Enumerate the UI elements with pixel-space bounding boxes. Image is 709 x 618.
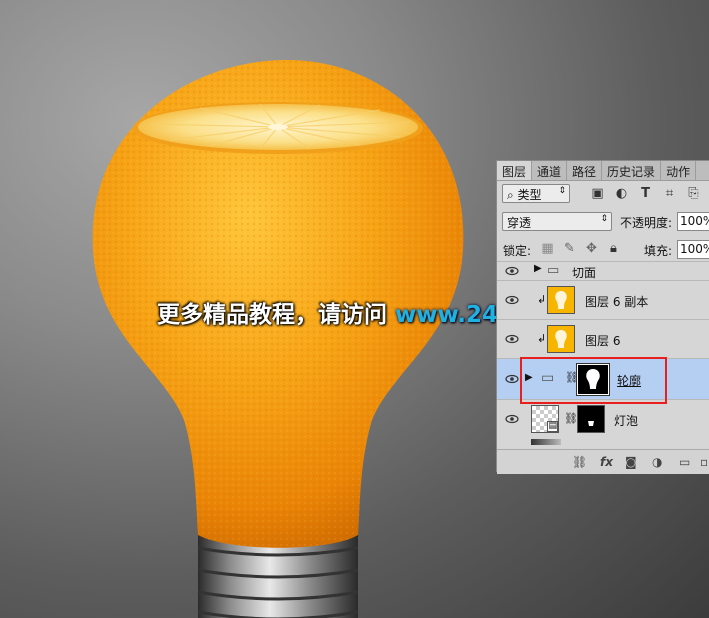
tab-channels[interactable]: 通道 [532,161,568,180]
smart-object-thumbnail: ▤ [531,405,559,433]
selected-layer-highlight-box [520,357,667,404]
lock-label: 锁定: [503,244,532,258]
eye-icon[interactable] [505,266,519,276]
new-group-icon[interactable]: ▭ [679,455,690,469]
eye-icon[interactable] [505,414,519,424]
layer-row-layer6-copy[interactable]: ↲ 图层 6 副本 [497,280,709,319]
panel-bottom-toolbar: ⛓ fx ◙ ◑ ▭ ▫ [497,449,709,474]
layer-thumbnail-partial [531,439,561,445]
add-mask-icon[interactable]: ◙ [625,455,637,469]
layer-thumbnail [547,286,575,314]
layer-row-layer6[interactable]: ↲ 图层 6 [497,319,709,358]
blend-mode-value: 穿透 [507,216,532,230]
stepper-icon: ⇕ [558,186,566,196]
lock-image-icon[interactable]: ✎ [563,242,576,255]
shape-filter-icon[interactable]: ⌗ [663,187,676,200]
eye-icon[interactable] [505,334,519,344]
type-filter-icon[interactable]: T [639,187,652,200]
layer-thumbnail [547,325,575,353]
expand-arrow-icon[interactable]: ▶ [534,263,542,274]
watermark-text: 更多精品教程，请访问 [157,302,396,328]
smart-object-filter-icon[interactable]: ⎘ [687,187,700,200]
adjustment-icon[interactable]: ◑ [652,455,662,469]
smart-object-badge-icon: ▤ [547,421,558,432]
opacity-label: 不透明度: [620,216,673,230]
layer-name: 图层 6 副本 [585,295,649,309]
orange-slice-cut [133,102,423,154]
layer-row-slice-group[interactable]: ▶ ▭ 切面 [497,261,709,280]
mask-link-icon[interactable]: ⛓ [564,412,578,425]
layer-mask-thumbnail[interactable] [577,405,605,433]
layer-row-bulb[interactable]: ▤ ⛓ 灯泡 [497,399,709,438]
tab-paths[interactable]: 路径 [567,161,603,180]
layer-name: 切面 [572,266,597,280]
opacity-input[interactable]: 100% [677,212,709,231]
tab-actions[interactable]: 动作 [661,161,697,180]
layers-panel: 图层 通道 路径 历史记录 动作 ⌕ 类型 ⇕ ▣ ◐ T ⌗ ⎘ 穿透 ⇕ 不… [496,160,709,474]
layer-filter-label: 类型 [517,188,542,202]
tab-history[interactable]: 历史记录 [602,161,662,180]
clipping-arrow-icon: ↲ [537,293,547,306]
fill-label: 填充: [644,244,673,258]
stepper-icon: ⇕ [600,214,608,224]
folder-icon: ▭ [547,263,560,278]
layer-name: 图层 6 [585,334,621,348]
eye-icon[interactable] [505,295,519,305]
blend-mode-select[interactable]: 穿透 ⇕ [502,212,612,231]
adjustment-filter-icon[interactable]: ◐ [615,187,628,200]
new-layer-icon[interactable]: ▫ [700,455,708,469]
tab-layers[interactable]: 图层 [497,161,533,180]
link-icon[interactable]: ⛓ [572,455,587,469]
lock-position-icon[interactable]: ✥ [585,242,598,255]
clipping-arrow-icon: ↲ [537,332,547,345]
layer-name: 灯泡 [614,414,639,428]
fill-input[interactable]: 100% [677,240,709,259]
image-filter-icon[interactable]: ▣ [591,187,604,200]
search-icon: ⌕ [507,188,518,202]
panel-tabs: 图层 通道 路径 历史记录 动作 [497,161,709,181]
layer-filter-select[interactable]: ⌕ 类型 ⇕ [502,184,570,203]
fx-icon[interactable]: fx [600,455,613,469]
lock-transparency-icon[interactable]: ▦ [541,242,554,255]
eye-icon[interactable] [505,374,519,384]
lock-all-icon[interactable]: 🔒︎ [607,242,620,255]
